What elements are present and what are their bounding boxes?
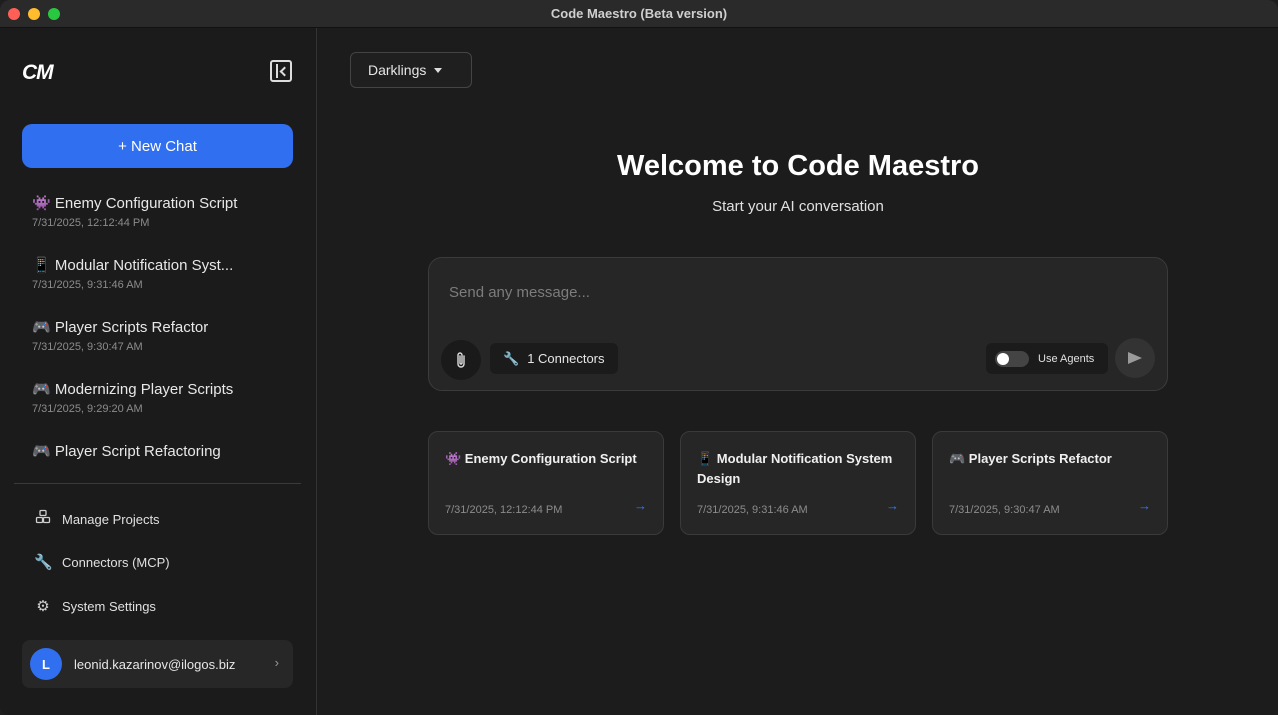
alien-icon: 👾 [32,195,51,212]
chevron-right-icon: › [274,655,279,670]
recent-chats-cards: 👾 Enemy Configuration Script 7/31/2025, … [428,431,1168,535]
nav-label: Connectors (MCP) [62,554,170,570]
card-date: 7/31/2025, 9:31:46 AM [697,504,808,516]
recent-chat-card[interactable]: 📱 Modular Notification System Design 7/3… [680,431,916,535]
card-date: 7/31/2025, 9:30:47 AM [949,504,1060,516]
maximize-window-button[interactable] [48,8,60,20]
app-window: Code Maestro (Beta version) CM + New Cha… [0,0,1278,715]
title-bar: Code Maestro (Beta version) [0,0,1278,28]
wrench-icon: 🔧 [34,554,53,571]
connectors-link[interactable]: 🔧 Connectors (MCP) [34,553,170,571]
caret-down-icon [434,67,443,73]
gamepad-icon: 🎮 [32,319,51,336]
user-account-button[interactable]: L leonid.kazarinov@ilogos.biz › [22,640,293,688]
new-chat-button[interactable]: + New Chat [22,124,293,168]
arrow-right-icon: → [886,498,899,513]
gamepad-icon: 🎮 [32,443,51,460]
chat-date: 7/31/2025, 9:30:47 AM [32,341,143,353]
arrow-right-icon: → [1138,498,1151,513]
nav-label: Manage Projects [62,511,160,527]
message-input[interactable] [449,284,1149,301]
collapse-sidebar-icon[interactable] [270,60,292,82]
gear-icon: ⚙ [36,598,50,615]
window-controls [8,8,60,20]
page-title: Welcome to Code Maestro [616,150,980,182]
chat-date: 7/31/2025, 9:29:20 AM [32,403,143,415]
chat-item[interactable]: 👾 Enemy Configuration Script 7/31/2025, … [32,194,292,256]
card-date: 7/31/2025, 12:12:44 PM [445,504,563,516]
sidebar-divider [14,483,301,484]
gamepad-icon: 🎮 [32,381,51,398]
chat-item[interactable]: 🎮 Player Scripts Refactor 7/31/2025, 9:3… [32,318,292,380]
wrench-icon: 🔧 [503,350,520,366]
send-icon [1128,352,1142,364]
chat-date: 7/31/2025, 9:31:46 AM [32,279,143,291]
card-title: 📱 Modular Notification System Design [697,451,893,486]
user-email: leonid.kazarinov@ilogos.biz [74,656,236,672]
recent-chat-card[interactable]: 🎮 Player Scripts Refactor 7/31/2025, 9:3… [932,431,1168,535]
arrow-right-icon: → [634,498,647,513]
chat-date: 7/31/2025, 12:12:44 PM [32,217,150,229]
send-button[interactable] [1115,338,1155,378]
connectors-button[interactable]: 🔧 1 Connectors [490,343,618,374]
recent-chat-card[interactable]: 👾 Enemy Configuration Script 7/31/2025, … [428,431,664,535]
cubes-icon [34,509,52,529]
close-window-button[interactable] [8,8,20,20]
use-agents-label: Use Agents [1038,352,1095,365]
page-subtitle: Start your AI conversation [712,198,884,215]
minimize-window-button[interactable] [28,8,40,20]
toggle-switch[interactable] [995,350,1029,367]
message-composer: 🔧 1 Connectors Use Agents [428,257,1168,391]
system-settings-link[interactable]: ⚙ System Settings [34,597,156,615]
avatar: L [30,648,62,680]
chat-item[interactable]: 📱 Modular Notification Syst... 7/31/2025… [32,256,292,318]
phone-icon: 📱 [32,257,51,274]
chat-item[interactable]: 🎮 Player Script Refactoring [32,442,292,504]
app-logo: CM [22,61,54,84]
use-agents-toggle[interactable]: Use Agents [986,343,1108,374]
chat-title: Modernizing Player Scripts [54,381,234,398]
chat-title: Player Script Refactoring [54,443,221,460]
chat-title: Player Scripts Refactor [54,319,209,336]
chat-title: Enemy Configuration Script [54,195,238,212]
paperclip-icon[interactable] [441,340,481,380]
project-name: Darklings [368,62,427,78]
chat-history-list: 👾 Enemy Configuration Script 7/31/2025, … [32,194,292,504]
nav-label: System Settings [62,598,156,614]
connectors-label: 1 Connectors [527,351,605,366]
chat-title: Modular Notification Syst... [54,257,234,274]
sidebar: CM + New Chat 👾 Enemy Configuration Scri… [0,28,317,715]
window-title: Code Maestro (Beta version) [550,6,728,21]
chat-item[interactable]: 🎮 Modernizing Player Scripts 7/31/2025, … [32,380,292,442]
card-title: 🎮 Player Scripts Refactor [949,451,1112,466]
manage-projects-link[interactable]: Manage Projects [34,509,160,529]
card-title: 👾 Enemy Configuration Script [445,451,637,466]
main-panel: Darklings Welcome to Code Maestro Start … [318,28,1278,715]
project-dropdown[interactable]: Darklings [350,52,472,88]
